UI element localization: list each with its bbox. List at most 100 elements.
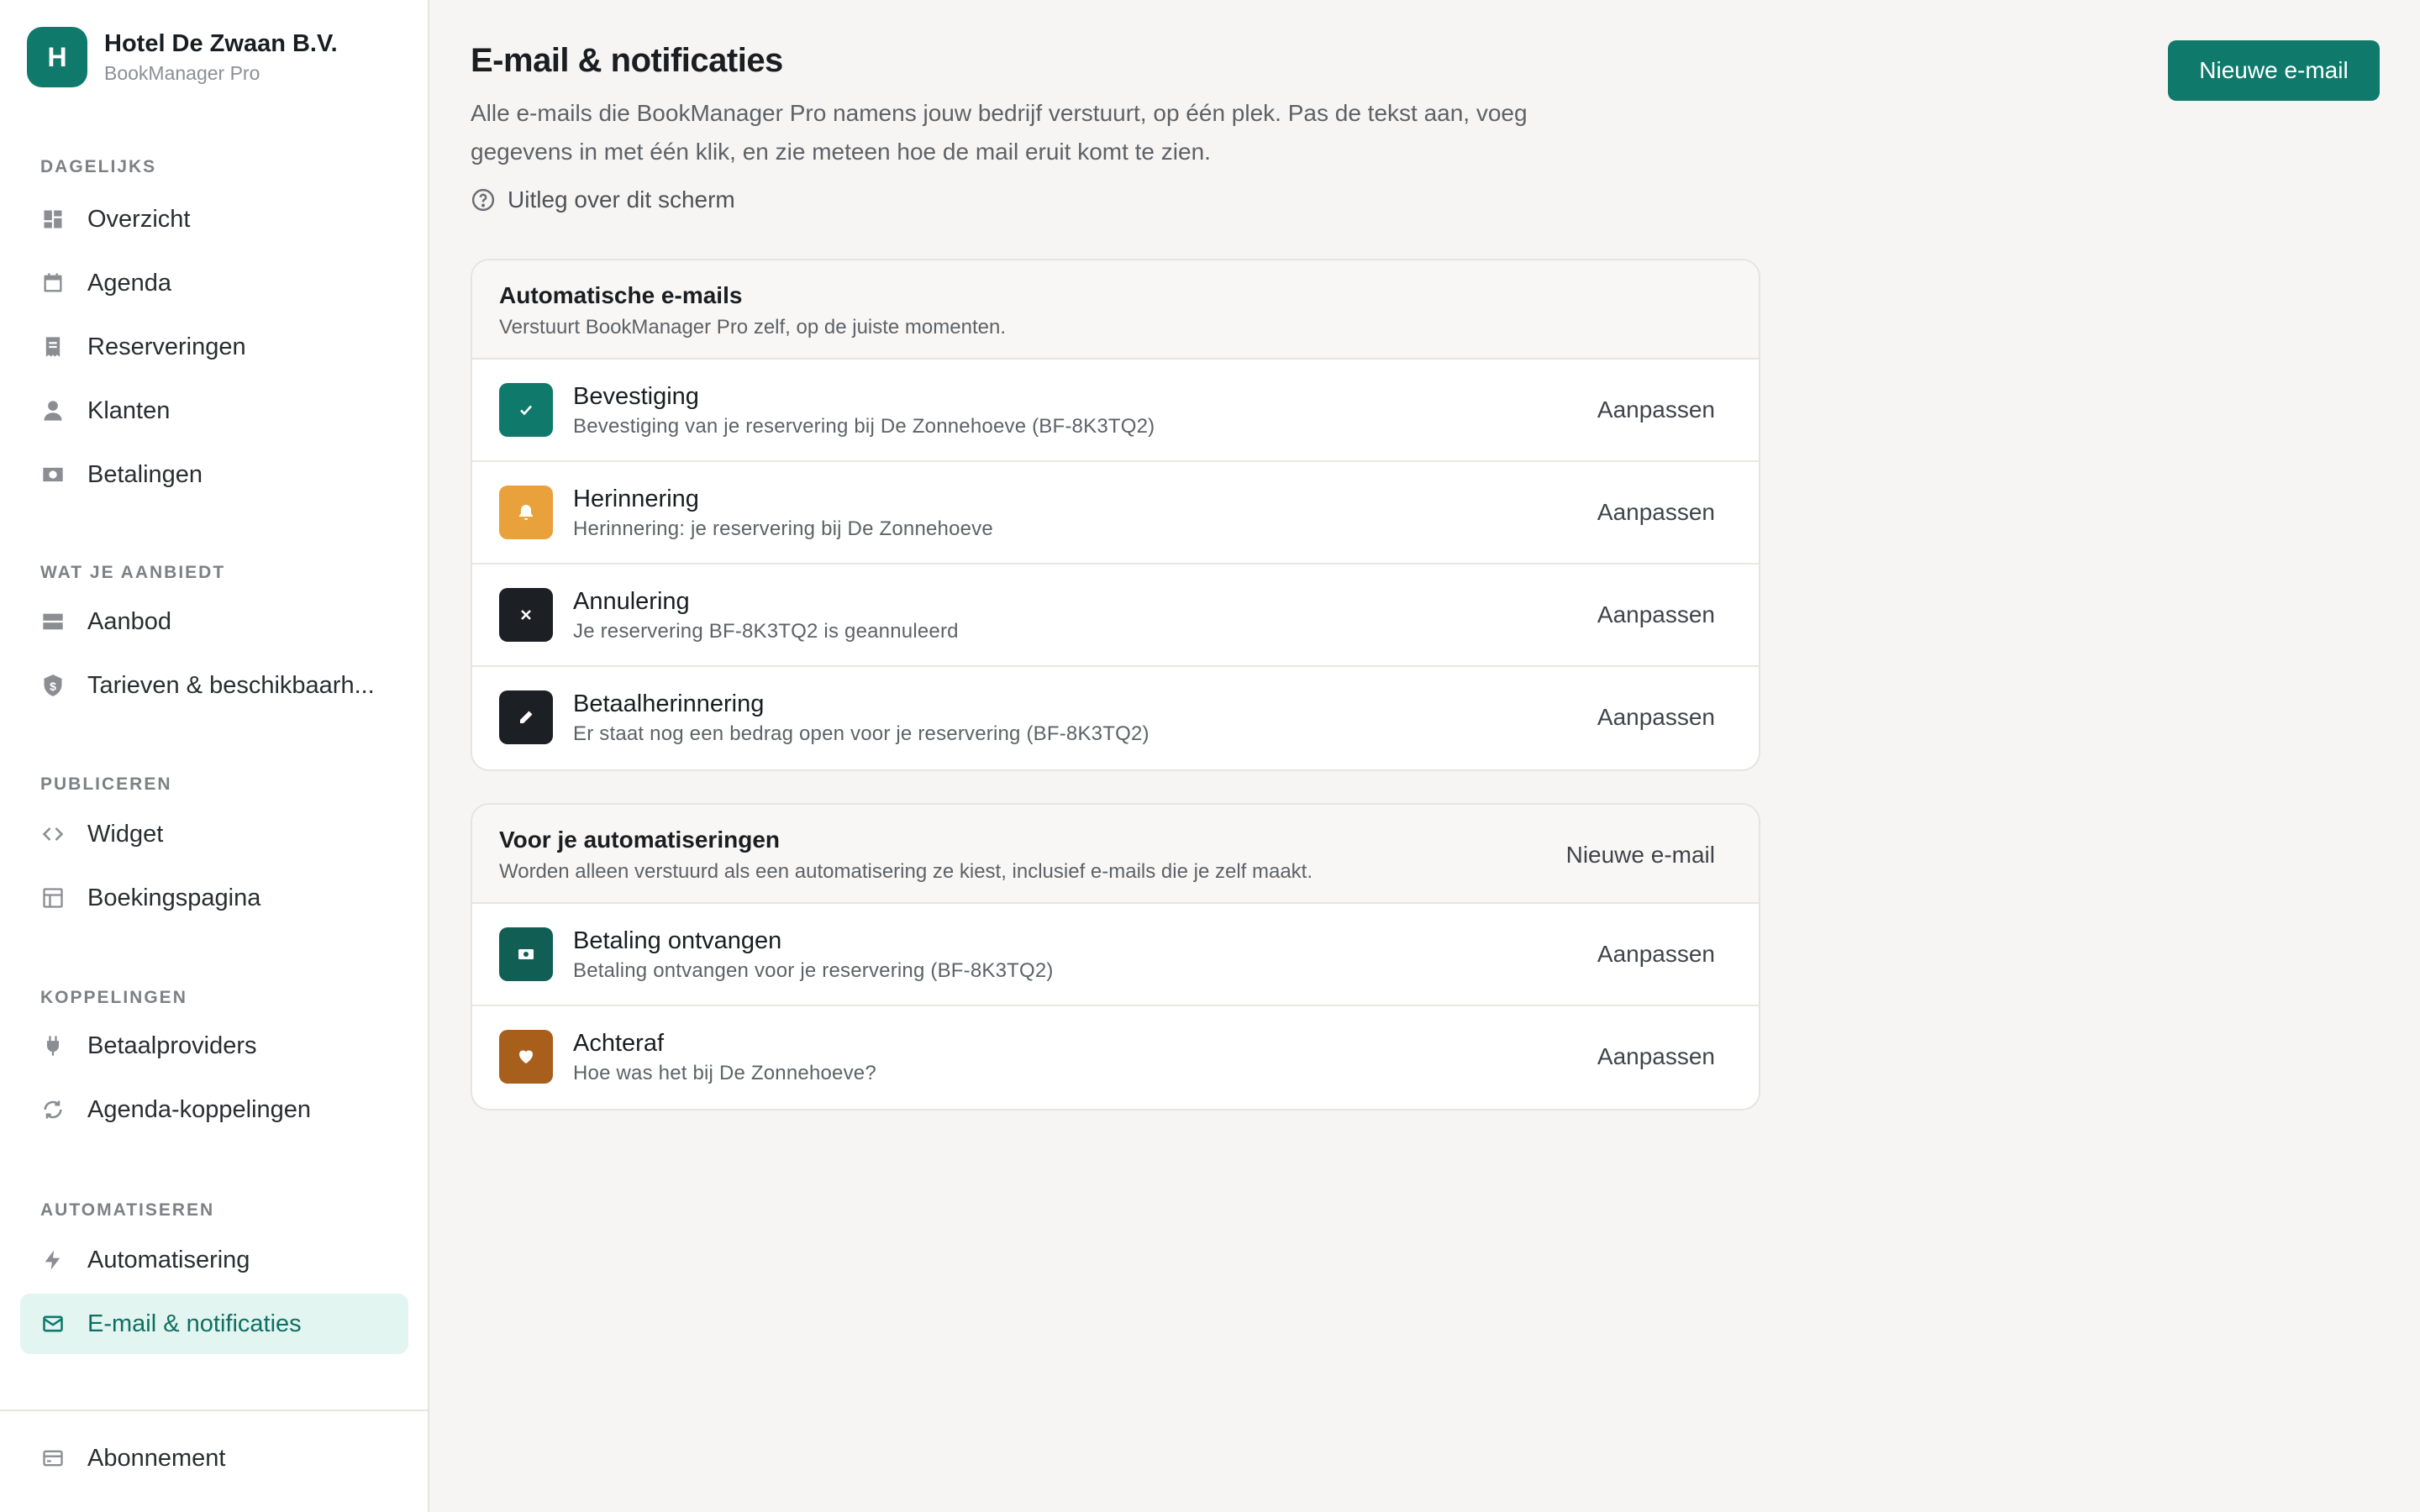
card-subtitle: Verstuurt BookManager Pro zelf, op de ju… — [499, 316, 1006, 339]
nav-heading: DAGELIJKS — [40, 157, 157, 176]
nav-section-dagelijks: DAGELIJKS Overzicht Agenda Reserveringen… — [20, 155, 408, 505]
brand-logo: H — [27, 27, 87, 87]
nav-section-koppelingen: KOPPELINGEN Betaalproviders Agenda-koppe… — [20, 985, 408, 1140]
sidebar-item-widget[interactable]: Widget — [20, 804, 408, 864]
sidebar-item-label: Overzicht — [87, 205, 191, 233]
sidebar-item-email-notificaties[interactable]: E-mail & notificaties — [20, 1294, 408, 1354]
sidebar-item-betalingen[interactable]: Betalingen — [20, 444, 408, 505]
sidebar-item-label: Betalingen — [87, 460, 203, 488]
brand-text: Hotel De Zwaan B.V. BookManager Pro — [104, 29, 338, 86]
plug-icon — [40, 1033, 66, 1058]
check-icon — [499, 383, 553, 437]
edit-link[interactable]: Aanpassen — [1597, 941, 1715, 968]
new-email-button[interactable]: Nieuwe e-mail — [2168, 40, 2380, 101]
email-row-achteraf[interactable]: Achteraf Hoe was het bij De Zonnehoeve? … — [472, 1006, 1759, 1109]
dollar-shield-icon: $ — [40, 673, 66, 698]
sidebar: H Hotel De Zwaan B.V. BookManager Pro DA… — [0, 0, 429, 1512]
mail-icon — [40, 1311, 66, 1336]
help-link-label: Uitleg over dit scherm — [508, 186, 735, 213]
sidebar-item-klanten[interactable]: Klanten — [20, 381, 408, 441]
sidebar-item-abonnement[interactable]: Abonnement — [20, 1428, 408, 1488]
sidebar-item-label: Tarieven & beschikbaarh... — [87, 671, 375, 699]
pencil-icon — [499, 690, 553, 744]
email-subject: Hoe was het bij De Zonnehoeve? — [573, 1062, 876, 1084]
heart-icon — [499, 1030, 553, 1084]
sidebar-item-agenda-koppelingen[interactable]: Agenda-koppelingen — [20, 1079, 408, 1140]
sidebar-item-agenda[interactable]: Agenda — [20, 253, 408, 313]
svg-text:$: $ — [50, 680, 56, 693]
nav-heading: AUTOMATISEREN — [40, 1200, 215, 1220]
edit-link[interactable]: Aanpassen — [1597, 1043, 1715, 1070]
email-row-bevestiging[interactable]: Bevestiging Bevestiging van je reserveri… — [472, 360, 1759, 462]
nav-section-automatiseren: AUTOMATISEREN Automatisering E-mail & no… — [20, 1198, 408, 1354]
bell-icon — [499, 486, 553, 539]
sidebar-item-label: Automatisering — [87, 1246, 250, 1273]
email-subject: Herinnering: je reservering bij De Zonne… — [573, 517, 993, 540]
calendar-icon — [40, 270, 66, 296]
nav-section-publiceren: PUBLICEREN Widget Boekingspagina — [20, 772, 408, 928]
card-subtitle: Worden alleen verstuurd als een automati… — [499, 860, 1313, 883]
edit-link[interactable]: Aanpassen — [1597, 704, 1715, 731]
sidebar-item-boekingspagina[interactable]: Boekingspagina — [20, 868, 408, 928]
brand-product: BookManager Pro — [104, 62, 260, 84]
email-title: Achteraf — [573, 1030, 664, 1057]
automation-emails-card: Voor je automatiseringen Worden alleen v… — [471, 803, 1760, 1110]
sidebar-item-label: Agenda-koppelingen — [87, 1095, 312, 1123]
code-icon — [40, 822, 66, 847]
receipt-icon — [40, 334, 66, 360]
page-title: E-mail & notificaties — [471, 42, 783, 79]
layout-icon — [40, 885, 66, 911]
sidebar-item-reserveringen[interactable]: Reserveringen — [20, 317, 408, 377]
sidebar-item-label: Boekingspagina — [87, 884, 261, 911]
nav-heading: WAT JE AANBIEDT — [40, 563, 226, 582]
sidebar-item-label: Klanten — [87, 396, 171, 424]
new-email-link[interactable]: Nieuwe e-mail — [1566, 842, 1715, 869]
edit-link[interactable]: Aanpassen — [1597, 601, 1715, 628]
help-circle-icon — [471, 188, 495, 212]
email-row-betaalherinnering[interactable]: Betaalherinnering Er staat nog een bedra… — [472, 667, 1759, 769]
sidebar-item-automatisering[interactable]: Automatisering — [20, 1230, 408, 1290]
sidebar-item-aanbod[interactable]: Aanbod — [20, 591, 408, 652]
email-title: Betaalherinnering — [573, 690, 765, 717]
edit-link[interactable]: Aanpassen — [1597, 396, 1715, 423]
card-title: Automatische e-mails — [499, 282, 743, 308]
email-row-annulering[interactable]: Annulering Je reservering BF-8K3TQ2 is g… — [472, 564, 1759, 667]
sidebar-item-label: E-mail & notificaties — [87, 1310, 302, 1337]
help-link[interactable]: Uitleg over dit scherm — [471, 186, 735, 213]
sidebar-item-tarieven[interactable]: $ Tarieven & beschikbaarh... — [20, 655, 408, 716]
email-title: Herinnering — [573, 486, 699, 512]
card-header: Automatische e-mails Verstuurt BookManag… — [472, 260, 1759, 360]
sidebar-item-label: Aanbod — [87, 607, 171, 635]
nav-heading: KOPPELINGEN — [40, 988, 187, 1007]
email-title: Bevestiging — [573, 383, 699, 410]
email-subject: Er staat nog een bedrag open voor je res… — [573, 722, 1150, 745]
nav-heading: PUBLICEREN — [40, 774, 172, 794]
sidebar-item-label: Widget — [87, 820, 164, 848]
card-icon — [40, 1446, 66, 1471]
sidebar-item-label: Reserveringen — [87, 333, 246, 360]
brand[interactable]: H Hotel De Zwaan B.V. BookManager Pro — [27, 27, 338, 87]
sidebar-item-betaalproviders[interactable]: Betaalproviders — [20, 1016, 408, 1076]
email-row-herinnering[interactable]: Herinnering Herinnering: je reservering … — [472, 462, 1759, 564]
edit-link[interactable]: Aanpassen — [1597, 499, 1715, 526]
cash-icon — [40, 462, 66, 487]
x-icon — [499, 588, 553, 642]
email-row-betaling-ontvangen[interactable]: Betaling ontvangen Betaling ontvangen vo… — [472, 904, 1759, 1006]
dashboard-icon — [40, 207, 66, 232]
sidebar-item-label: Betaalproviders — [87, 1032, 257, 1059]
automatic-emails-card: Automatische e-mails Verstuurt BookManag… — [471, 259, 1760, 771]
sidebar-item-overzicht[interactable]: Overzicht — [20, 189, 408, 249]
card-header: Voor je automatiseringen Worden alleen v… — [472, 805, 1759, 904]
page-description: Alle e-mails die BookManager Pro namens … — [471, 100, 1528, 165]
email-title: Annulering — [573, 588, 690, 615]
email-subject: Bevestiging van je reservering bij De Zo… — [573, 415, 1155, 438]
email-subject: Je reservering BF-8K3TQ2 is geannuleerd — [573, 620, 959, 643]
card-title: Voor je automatiseringen — [499, 827, 780, 853]
brand-name: Hotel De Zwaan B.V. — [104, 30, 338, 57]
sidebar-footer: Abonnement — [0, 1410, 428, 1512]
nav-section-aanbod: WAT JE AANBIEDT Aanbod $ Tarieven & besc… — [20, 560, 408, 716]
sidebar-item-label: Abonnement — [87, 1444, 226, 1472]
rows-icon — [40, 609, 66, 634]
email-subject: Betaling ontvangen voor je reservering (… — [573, 959, 1054, 982]
user-icon — [40, 398, 66, 423]
